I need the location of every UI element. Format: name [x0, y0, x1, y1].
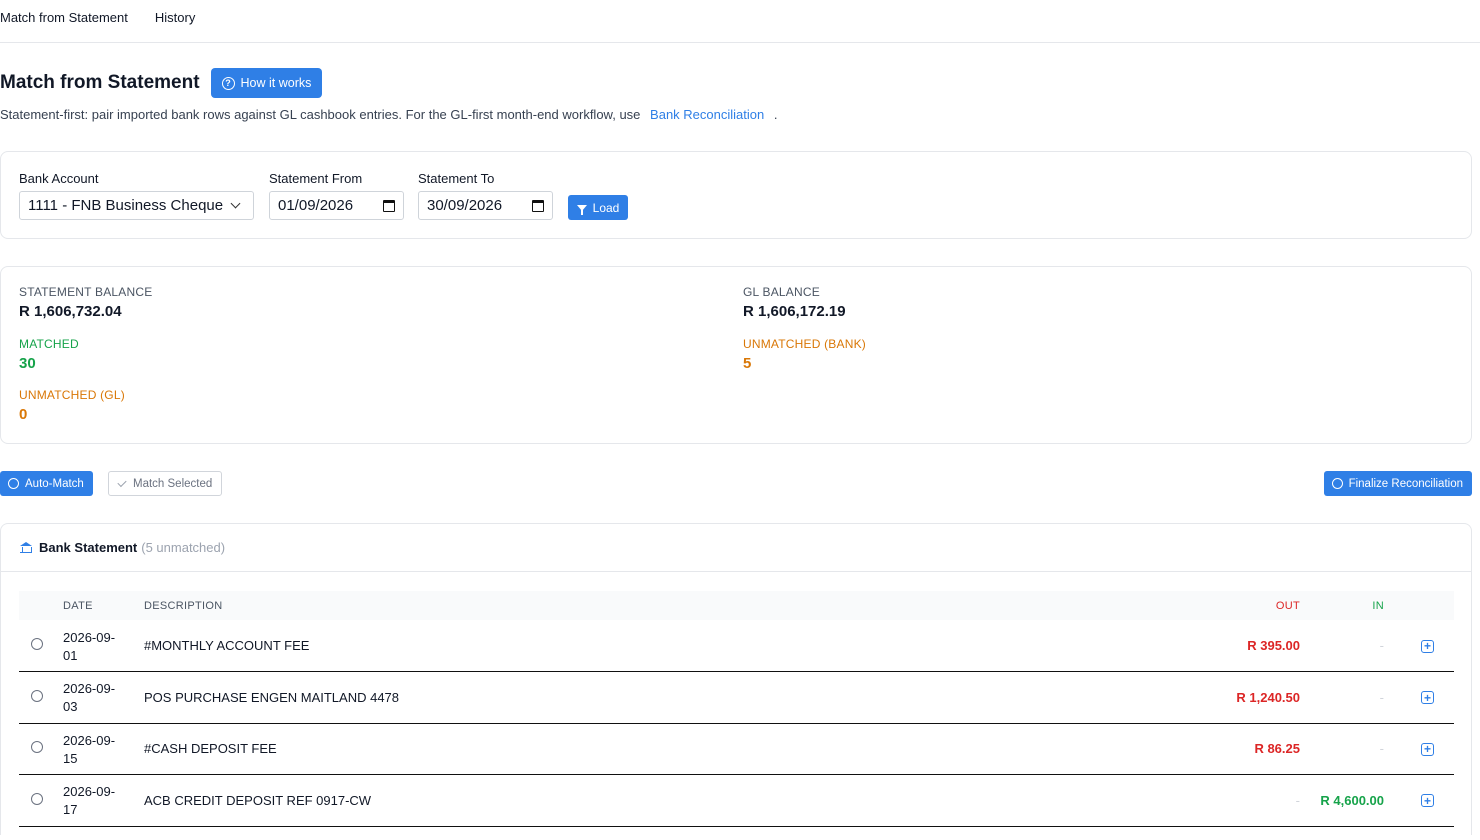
statement-to-label: Statement To — [418, 171, 495, 186]
add-match-icon[interactable]: + — [1421, 691, 1434, 705]
matched-value: 30 — [19, 355, 36, 372]
subtitle-suffix: . — [773, 107, 778, 122]
row-out-amount: - — [1295, 792, 1300, 808]
row-select-radio[interactable] — [31, 792, 43, 805]
summary-card: STATEMENT BALANCE R 1,606,732.04 GL BALA… — [0, 266, 1472, 444]
row-in-amount: R 4,600.00 — [1320, 792, 1384, 808]
row-date: 2026-09- 17 — [63, 784, 116, 818]
table-row[interactable]: 2026-09- 01 #MONTHLY ACCOUNT FEE R 395.00… — [19, 620, 1454, 672]
row-date: 2026-09- 03 — [63, 681, 116, 715]
add-match-icon[interactable]: + — [1421, 639, 1434, 653]
filter-card: Bank Account 1111 - FNB Business Cheque … — [0, 151, 1472, 239]
unmatched-bank-label: UNMATCHED (BANK) — [743, 337, 866, 351]
statement-from-field: Statement From 01/09/2026 — [269, 171, 404, 220]
date-column-header: DATE — [63, 599, 93, 612]
row-description: ACB CREDIT DEPOSIT REF 0917-CW — [144, 792, 372, 808]
action-row: Auto-Match Match Selected Finalize Recon… — [0, 471, 1472, 496]
description-column-header: DESCRIPTION — [144, 599, 223, 612]
calendar-icon[interactable] — [383, 199, 395, 212]
gl-balance-value: R 1,606,172.19 — [743, 303, 846, 320]
matched-label: MATCHED — [19, 337, 79, 351]
row-description: #MONTHLY ACCOUNT FEE — [144, 638, 310, 653]
row-description: #CASH DEPOSIT FEE — [144, 741, 277, 757]
tab-bar: Match from Statement History — [0, 0, 1480, 43]
calendar-icon[interactable] — [532, 199, 544, 212]
row-in-amount: - — [1379, 741, 1384, 757]
check-circle-icon — [1331, 478, 1343, 489]
match-selected-button[interactable]: Match Selected — [108, 471, 223, 496]
statement-balance-label: STATEMENT BALANCE — [19, 285, 153, 299]
auto-match-button[interactable]: Auto-Match — [0, 471, 93, 496]
bank-account-field: Bank Account 1111 - FNB Business Cheque — [19, 171, 254, 220]
row-select-radio[interactable] — [31, 689, 43, 702]
row-select-radio[interactable] — [31, 741, 43, 754]
bank-statement-table: DATE DESCRIPTION OUT IN 2026-09- 01 #MONT… — [19, 591, 1454, 827]
gl-balance-stat: GL BALANCE R 1,606,172.19 — [743, 285, 846, 320]
matched-stat: MATCHED 30 — [19, 337, 79, 372]
row-out-amount: R 395.00 — [1247, 638, 1300, 653]
statement-from-value: 01/09/2026 — [278, 197, 354, 214]
bank-icon — [20, 542, 32, 553]
unmatched-count: (5 unmatched) — [141, 540, 226, 555]
unmatched-gl-stat: UNMATCHED (GL) 0 — [19, 388, 125, 423]
page-subtitle: Statement-first: pair imported bank rows… — [0, 107, 777, 122]
check-icon — [117, 477, 127, 487]
bank-account-value: 1111 - FNB Business Cheque — [28, 197, 224, 214]
filter-icon — [576, 204, 587, 215]
chevron-down-icon — [230, 198, 241, 209]
unmatched-bank-value: 5 — [743, 355, 752, 372]
statement-from-label: Statement From — [269, 171, 363, 186]
how-it-works-label: How it works — [240, 76, 312, 90]
statement-balance-value: R 1,606,732.04 — [19, 303, 122, 320]
finalize-label: Finalize Reconciliation — [1348, 477, 1463, 490]
in-column-header: IN — [1372, 599, 1384, 612]
table-header-row: DATE DESCRIPTION OUT IN — [19, 591, 1454, 620]
help-circle-icon: ? — [221, 76, 235, 90]
subtitle-text: Statement-first: pair imported bank rows… — [0, 107, 641, 122]
match-selected-label: Match Selected — [133, 477, 213, 490]
page-title: Match from Statement — [0, 72, 200, 93]
row-description: POS PURCHASE ENGEN MAITLAND 4478 — [144, 689, 400, 705]
table-row[interactable]: 2026-09- 17 ACB CREDIT DEPOSIT REF 0917-C… — [19, 775, 1454, 826]
bank-reconciliation-link[interactable]: Bank Reconciliation — [650, 107, 764, 122]
unmatched-gl-label: UNMATCHED (GL) — [19, 388, 125, 402]
statement-to-field: Statement To 30/09/2026 — [418, 171, 553, 220]
row-in-amount: - — [1379, 689, 1384, 705]
statement-to-input[interactable]: 30/09/2026 — [418, 191, 553, 220]
bank-statement-card: Bank Statement (5 unmatched) DATE DESCRI… — [0, 523, 1472, 835]
how-it-works-button[interactable]: ? How it works — [210, 68, 323, 98]
row-date: 2026-09- 01 — [63, 629, 116, 663]
finalize-reconciliation-button[interactable]: Finalize Reconciliation — [1323, 471, 1472, 496]
unmatched-bank-stat: UNMATCHED (BANK) 5 — [743, 337, 866, 372]
tab-match-from-statement[interactable]: Match from Statement — [0, 0, 128, 25]
row-out-amount: R 1,240.50 — [1236, 689, 1300, 705]
table-row[interactable]: 2026-09- 03 POS PURCHASE ENGEN MAITLAND 4… — [19, 672, 1454, 723]
bank-account-select[interactable]: 1111 - FNB Business Cheque — [19, 191, 254, 220]
row-in-amount: - — [1379, 638, 1384, 653]
statement-balance-stat: STATEMENT BALANCE R 1,606,732.04 — [19, 285, 152, 320]
gl-balance-label: GL BALANCE — [743, 285, 820, 299]
bank-account-label: Bank Account — [19, 171, 99, 186]
row-date: 2026-09- 15 — [63, 732, 116, 766]
select-column-header — [19, 591, 63, 620]
statement-to-value: 30/09/2026 — [427, 197, 503, 214]
auto-match-icon — [8, 478, 19, 489]
row-out-amount: R 86.25 — [1254, 741, 1300, 757]
load-button[interactable]: Load — [568, 195, 628, 220]
tab-history[interactable]: History — [155, 0, 195, 25]
statement-from-input[interactable]: 01/09/2026 — [269, 191, 404, 220]
auto-match-label: Auto-Match — [25, 477, 84, 490]
add-match-icon[interactable]: + — [1421, 794, 1434, 808]
load-label: Load — [592, 200, 620, 215]
action-column-header — [1384, 591, 1454, 620]
unmatched-gl-value: 0 — [19, 406, 28, 423]
title-row: Match from Statement ? How it works — [0, 68, 323, 98]
out-column-header: OUT — [1275, 599, 1300, 612]
add-match-icon[interactable]: + — [1421, 742, 1434, 756]
bank-statement-header: Bank Statement (5 unmatched) — [1, 524, 1471, 572]
bank-statement-title: Bank Statement — [39, 540, 138, 555]
row-select-radio[interactable] — [31, 638, 43, 650]
table-row[interactable]: 2026-09- 15 #CASH DEPOSIT FEE R 86.25 - + — [19, 723, 1454, 775]
